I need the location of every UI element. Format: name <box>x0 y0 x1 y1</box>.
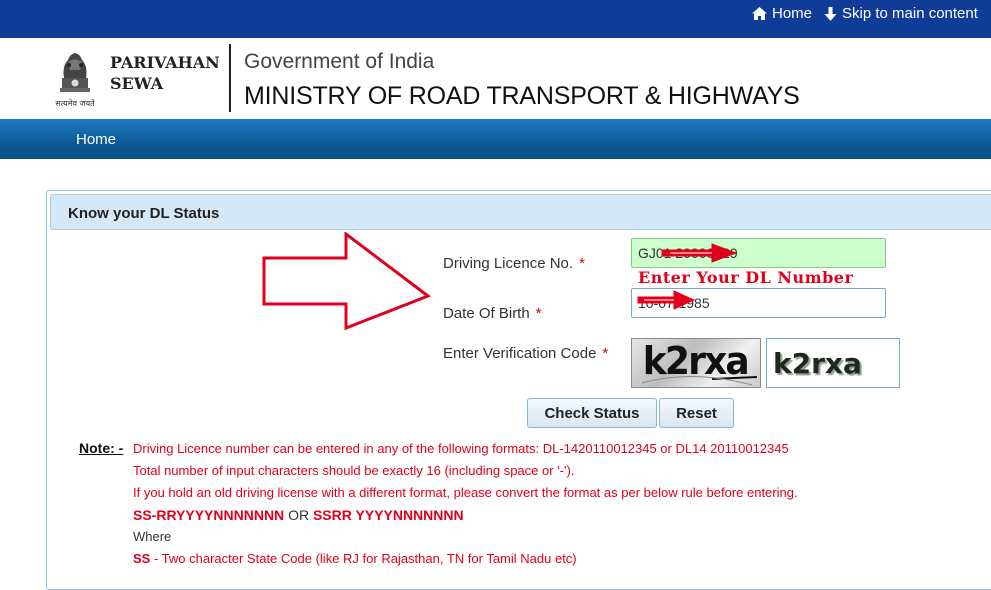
state-code-key: SS <box>133 551 151 566</box>
note-line-5: Where <box>133 529 172 544</box>
note-line-2: Total number of input characters should … <box>133 463 575 478</box>
panel-header: Know your DL Status <box>50 194 991 230</box>
state-code-desc: - Two character State Code (like RJ for … <box>153 551 577 566</box>
note-line-1: Driving Licence number can be entered in… <box>133 441 789 456</box>
top-home-label: Home <box>772 5 813 22</box>
national-emblem-icon: सत्यमेव जयते <box>55 53 95 108</box>
nav-home-link[interactable]: Home <box>76 131 116 148</box>
main-nav: Home <box>0 119 991 159</box>
government-title: Government of India <box>244 50 435 73</box>
home-icon <box>752 7 767 20</box>
format-pattern-2: SSRR YYYYNNNNNNN <box>312 507 464 523</box>
required-mark: * <box>602 345 609 362</box>
captcha-noise-lines <box>641 375 758 386</box>
note-line-6: SS - Two character State Code (like RJ f… <box>133 551 577 566</box>
dl-number-label-text: Driving Licence No. <box>443 255 574 272</box>
top-home-link[interactable]: Home <box>752 5 812 22</box>
reset-button[interactable]: Reset <box>659 398 734 428</box>
red-arrow-annotation <box>637 290 696 310</box>
captcha-label: Enter Verification Code * <box>443 345 608 362</box>
captcha-label-text: Enter Verification Code <box>443 345 597 362</box>
skip-to-main-link[interactable]: Skip to main content <box>824 5 978 22</box>
skip-label: Skip to main content <box>842 5 978 22</box>
brand-line-2: SEWA <box>110 74 164 93</box>
panel-title: Know your DL Status <box>68 205 220 222</box>
emblem-caption: सत्यमेव जयते <box>55 98 95 108</box>
arrow-down-icon <box>824 6 837 21</box>
note-line-4: SS-RRYYYYNNNNNNN OR SSRR YYYYNNNNNNN <box>133 507 464 523</box>
captcha-image: k2rxa <box>631 338 761 388</box>
note-label-text: Note: - <box>79 440 124 456</box>
note-line-3: If you hold an old driving license with … <box>133 485 798 500</box>
required-mark: * <box>579 255 585 272</box>
format-or: OR <box>288 507 310 523</box>
header-divider <box>229 44 231 112</box>
dl-number-label: Driving Licence No. * <box>443 255 585 272</box>
dl-hint-annotation: Enter Your DL Number <box>638 268 854 287</box>
required-mark: * <box>535 305 542 322</box>
ministry-title: MINISTRY OF ROAD TRANSPORT & HIGHWAYS <box>244 82 800 110</box>
site-header: सत्यमेव जयते PARIVAHAN SEWA Government o… <box>0 38 991 119</box>
format-pattern-1: SS-RRYYYYNNNNNNN <box>133 507 285 523</box>
top-utility-bar: Home Skip to main content <box>0 0 991 38</box>
brand-line-1: PARIVAHAN <box>110 53 220 72</box>
big-red-arrow-annotation <box>262 232 432 331</box>
parivahan-brand: PARIVAHAN SEWA <box>110 52 220 94</box>
dob-label-text: Date Of Birth <box>443 305 530 322</box>
check-status-button[interactable]: Check Status <box>527 398 657 428</box>
red-arrow-annotation <box>661 243 738 263</box>
dob-label: Date Of Birth * <box>443 305 542 322</box>
note-label: Note: - <box>79 440 123 456</box>
captcha-input[interactable] <box>766 338 900 388</box>
